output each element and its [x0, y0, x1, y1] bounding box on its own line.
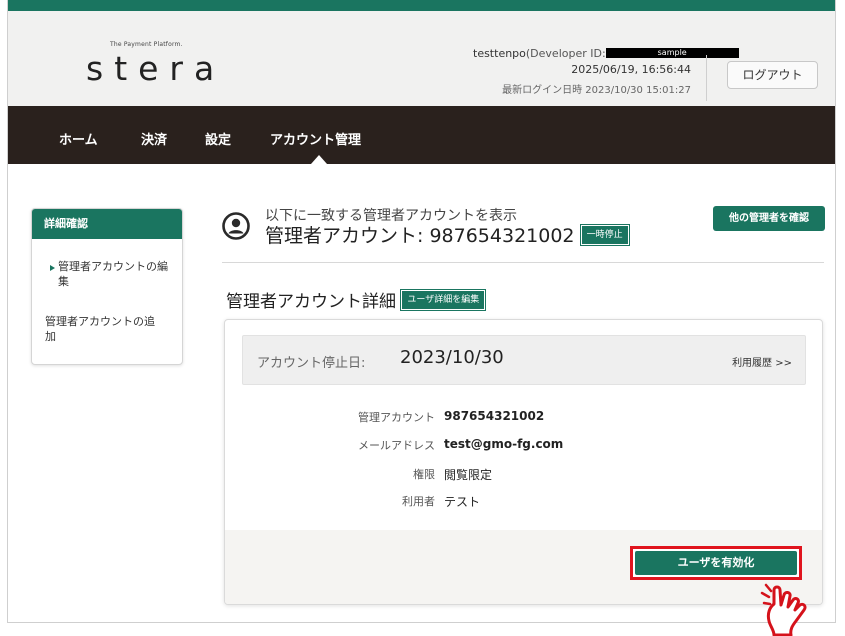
site-header: The Payment Platform. stera testtenpo(De…: [8, 11, 835, 106]
sidebar-heading: 詳細確認: [32, 209, 182, 239]
suspended-badge: 一時停止: [579, 223, 630, 246]
sidebar-item-edit-admin[interactable]: 管理者アカウントの編集: [58, 259, 173, 289]
header-divider: [706, 55, 707, 101]
top-accent-bar: [8, 0, 835, 11]
user-label: 利用者: [402, 495, 435, 508]
enable-user-highlight: ユーザを有効化: [630, 546, 802, 580]
admin-account-value: 987654321002: [444, 409, 545, 423]
chevron-right-icon: [50, 265, 55, 271]
current-datetime: 2025/06/19, 16:56:44: [571, 63, 691, 76]
logout-button[interactable]: ログアウト: [727, 61, 818, 89]
email-label: メールアドレス: [358, 439, 435, 452]
permission-value: 閲覧限定: [444, 468, 493, 482]
developer-id-redacted: sample: [605, 48, 739, 58]
user-name: testtenpo: [473, 47, 526, 60]
account-circle-icon: [222, 212, 250, 240]
stop-date-label: アカウント停止日:: [257, 356, 366, 371]
pointing-hand-icon: [760, 583, 807, 636]
nav-item-payment[interactable]: 決済: [141, 129, 167, 148]
logo-tagline: The Payment Platform.: [110, 41, 183, 48]
sidebar: 詳細確認 管理者アカウントの編集 管理者アカウントの追加: [31, 208, 183, 365]
nav-item-home[interactable]: ホーム: [59, 129, 98, 148]
sidebar-item-add-admin[interactable]: 管理者アカウントの追加: [45, 314, 160, 344]
account-title-prefix: 管理者アカウント:: [265, 225, 424, 247]
user-info: testtenpo(Developer ID: sample: [473, 47, 739, 60]
detail-section-title: 管理者アカウント詳細 ユーザ詳細を編集: [226, 287, 487, 312]
edit-user-details-button[interactable]: ユーザ詳細を編集: [400, 289, 487, 311]
account-id: 987654321002: [429, 225, 575, 247]
account-title: 管理者アカウント: 987654321002 一時停止: [265, 221, 630, 248]
view-other-admins-button[interactable]: 他の管理者を確認: [713, 206, 825, 231]
enable-user-button[interactable]: ユーザを有効化: [635, 551, 797, 575]
detail-title-text: 管理者アカウント詳細: [226, 292, 396, 312]
nav-item-settings[interactable]: 設定: [205, 129, 231, 148]
user-value: テスト: [444, 495, 481, 509]
last-login: 最新ログイン日時 2023/10/30 15:01:27: [502, 85, 691, 96]
admin-account-label: 管理アカウント: [358, 411, 435, 424]
stera-logo[interactable]: stera: [86, 49, 225, 88]
account-stop-bar: アカウント停止日: 2023/10/30 利用履歴 >>: [242, 335, 806, 385]
active-nav-indicator: [311, 155, 327, 164]
stop-date-value: 2023/10/30: [400, 347, 504, 368]
email-value: test@gmo-fg.com: [444, 437, 564, 451]
section-divider: [222, 262, 824, 263]
main-nav: ホーム 決済 設定 アカウント管理: [8, 106, 835, 164]
developer-id-label: (Developer ID:: [525, 47, 606, 60]
permission-label: 権限: [413, 468, 435, 481]
nav-item-account-management[interactable]: アカウント管理: [270, 129, 361, 148]
usage-history-link[interactable]: 利用履歴 >>: [732, 354, 792, 369]
